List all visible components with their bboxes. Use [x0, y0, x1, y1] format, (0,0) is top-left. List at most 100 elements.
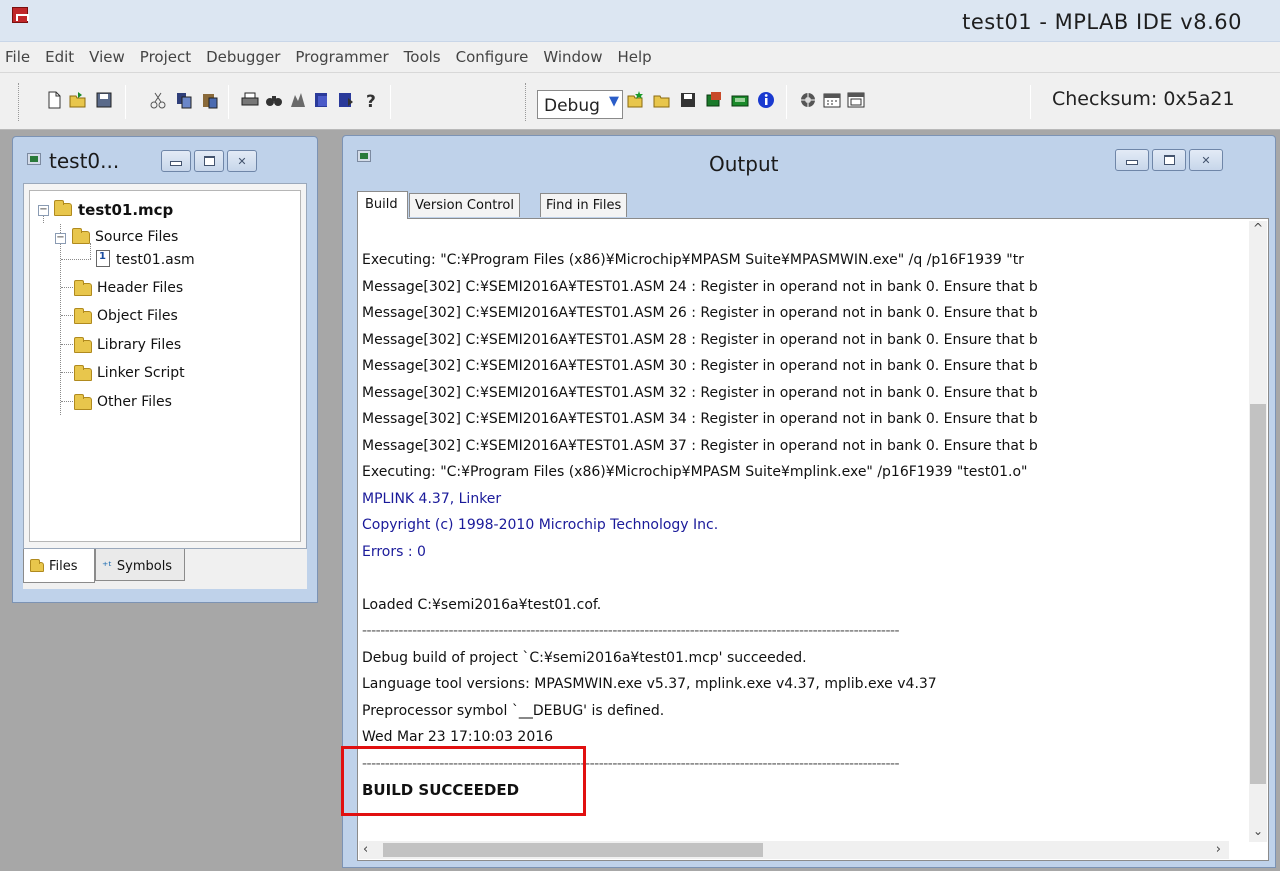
- build-log-line: ----------------------------------------…: [362, 755, 900, 772]
- build-log-line: Errors : 0: [362, 543, 426, 560]
- maximize-button[interactable]: [194, 150, 224, 172]
- tree-item-header-files[interactable]: Header Files: [97, 280, 183, 296]
- svg-text:?: ?: [366, 92, 376, 110]
- tab-build[interactable]: Build: [357, 191, 408, 219]
- menu-project[interactable]: Project: [140, 48, 191, 66]
- help-icon[interactable]: ?: [360, 90, 380, 110]
- menu-view[interactable]: View: [89, 48, 125, 66]
- paste-icon[interactable]: [200, 90, 220, 110]
- tree-toggle-collapse[interactable]: −: [38, 205, 49, 216]
- menu-tools[interactable]: Tools: [404, 48, 441, 66]
- menu-bar: File Edit View Project Debugger Programm…: [0, 42, 1280, 72]
- minimize-button[interactable]: [161, 150, 191, 172]
- tree-item-project[interactable]: test01.mcp: [78, 201, 173, 219]
- output-build-pane[interactable]: Executing: "C:¥Program Files (x86)¥Micro…: [357, 218, 1269, 861]
- tree-item-source-files[interactable]: Source Files: [95, 229, 178, 245]
- project-tab-strip: Files ⁺ᵗ Symbols: [23, 549, 307, 589]
- cut-icon[interactable]: [148, 90, 168, 110]
- output-window-icon[interactable]: [357, 150, 371, 162]
- bookmark-next-icon[interactable]: [336, 90, 356, 110]
- project-window-icon[interactable]: [27, 153, 41, 165]
- maximize-button[interactable]: [1152, 149, 1186, 171]
- tree-connector: [61, 372, 75, 373]
- tree-item-object-files[interactable]: Object Files: [97, 308, 178, 324]
- tree-item-linker-script[interactable]: Linker Script: [97, 365, 185, 381]
- build-configuration-value: Debug: [544, 96, 600, 116]
- folder-icon: [74, 365, 92, 381]
- find-icon[interactable]: [264, 90, 284, 110]
- project-window: test0... ✕ − test01.mcp − Source Files 1…: [12, 136, 318, 603]
- menu-configure[interactable]: Configure: [456, 48, 529, 66]
- info-icon[interactable]: [756, 90, 776, 110]
- build-log-line: Debug build of project `C:¥semi2016a¥tes…: [362, 649, 807, 666]
- build-log-line: Message[302] C:¥SEMI2016A¥TEST01.ASM 26 …: [362, 305, 1038, 321]
- build-log-line: Message[302] C:¥SEMI2016A¥TEST01.ASM 34 …: [362, 411, 1038, 427]
- open-project-icon[interactable]: [652, 90, 672, 110]
- menu-edit[interactable]: Edit: [45, 48, 74, 66]
- tab-find-in-files[interactable]: Find in Files: [540, 193, 628, 217]
- toolbar-separator: [786, 85, 787, 119]
- save-icon[interactable]: [94, 90, 114, 110]
- new-project-icon[interactable]: [625, 90, 645, 110]
- build-log-line: Message[302] C:¥SEMI2016A¥TEST01.ASM 32 …: [362, 384, 1038, 401]
- build-log[interactable]: Executing: "C:¥Program Files (x86)¥Micro…: [362, 247, 1227, 840]
- mdi-workspace: test0... ✕ − test01.mcp − Source Files 1…: [0, 130, 1280, 871]
- menu-programmer[interactable]: Programmer: [295, 48, 388, 66]
- tab-version-control[interactable]: Version Control: [409, 193, 520, 217]
- folder-icon: [72, 228, 90, 244]
- close-button[interactable]: ✕: [227, 150, 257, 172]
- toolbar-separator: [228, 85, 229, 119]
- project-window-title: test0...: [49, 149, 120, 173]
- horizontal-scroll-thumb[interactable]: [383, 843, 763, 857]
- close-icon: ✕: [237, 154, 247, 168]
- save-project-icon[interactable]: [678, 90, 698, 110]
- program-icon[interactable]: [798, 90, 818, 110]
- vertical-scroll-thumb[interactable]: [1250, 404, 1266, 784]
- build-log-line: Executing: "C:¥Program Files (x86)¥Micro…: [362, 252, 1024, 268]
- scroll-right-icon[interactable]: ›: [1216, 842, 1221, 857]
- window-icon[interactable]: [846, 90, 866, 110]
- folder-icon: [30, 558, 44, 572]
- scroll-down-icon[interactable]: ⌄: [1249, 824, 1267, 842]
- calendar-icon[interactable]: [822, 90, 842, 110]
- asm-file-icon: [96, 250, 110, 267]
- copy-icon[interactable]: [174, 90, 194, 110]
- find-in-files-icon[interactable]: [288, 90, 308, 110]
- scroll-up-icon[interactable]: ^: [1249, 221, 1267, 239]
- tree-item-library-files[interactable]: Library Files: [97, 337, 181, 353]
- build-log-line: Language tool versions: MPASMWIN.exe v5.…: [362, 676, 937, 692]
- output-window: Output ✕ Build Version Control Find in F…: [342, 135, 1276, 868]
- vertical-scrollbar[interactable]: ^ ⌄: [1249, 221, 1267, 842]
- tab-files[interactable]: Files: [23, 549, 95, 583]
- build-log-line: Message[302] C:¥SEMI2016A¥TEST01.ASM 28 …: [362, 331, 1038, 348]
- new-file-icon[interactable]: [44, 90, 64, 110]
- mplab-app-icon[interactable]: [12, 7, 29, 23]
- menu-file[interactable]: File: [5, 48, 30, 66]
- menu-window[interactable]: Window: [543, 48, 602, 66]
- toolbar: ? Debug ▼ Checksum: 0x5a21: [0, 72, 1280, 130]
- open-file-icon[interactable]: [68, 90, 88, 110]
- toolbar-grip[interactable]: [18, 83, 21, 121]
- scroll-left-icon[interactable]: ‹: [363, 842, 368, 857]
- toolbar-separator: [125, 85, 126, 119]
- build-all-icon[interactable]: [730, 90, 750, 110]
- tree-toggle-collapse[interactable]: −: [55, 233, 66, 244]
- folder-icon: [54, 200, 72, 216]
- tree-item-test01-asm[interactable]: test01.asm: [116, 252, 195, 268]
- build-icon[interactable]: [704, 90, 724, 110]
- menu-debugger[interactable]: Debugger: [206, 48, 280, 66]
- minimize-button[interactable]: [1115, 149, 1149, 171]
- print-icon[interactable]: [240, 90, 260, 110]
- toolbar-grip[interactable]: [525, 83, 528, 121]
- horizontal-scrollbar[interactable]: ‹ ›: [359, 841, 1229, 859]
- build-configuration-select[interactable]: Debug ▼: [537, 90, 623, 119]
- tab-symbols[interactable]: ⁺ᵗ Symbols: [95, 549, 185, 581]
- close-button[interactable]: ✕: [1189, 149, 1223, 171]
- close-icon: ✕: [1201, 153, 1211, 167]
- bookmark-icon[interactable]: [312, 90, 332, 110]
- folder-icon: [74, 394, 92, 410]
- tree-item-other-files[interactable]: Other Files: [97, 394, 172, 410]
- menu-help[interactable]: Help: [617, 48, 651, 66]
- build-log-line: Executing: "C:¥Program Files (x86)¥Micro…: [362, 464, 1028, 480]
- tree-connector: [61, 259, 91, 260]
